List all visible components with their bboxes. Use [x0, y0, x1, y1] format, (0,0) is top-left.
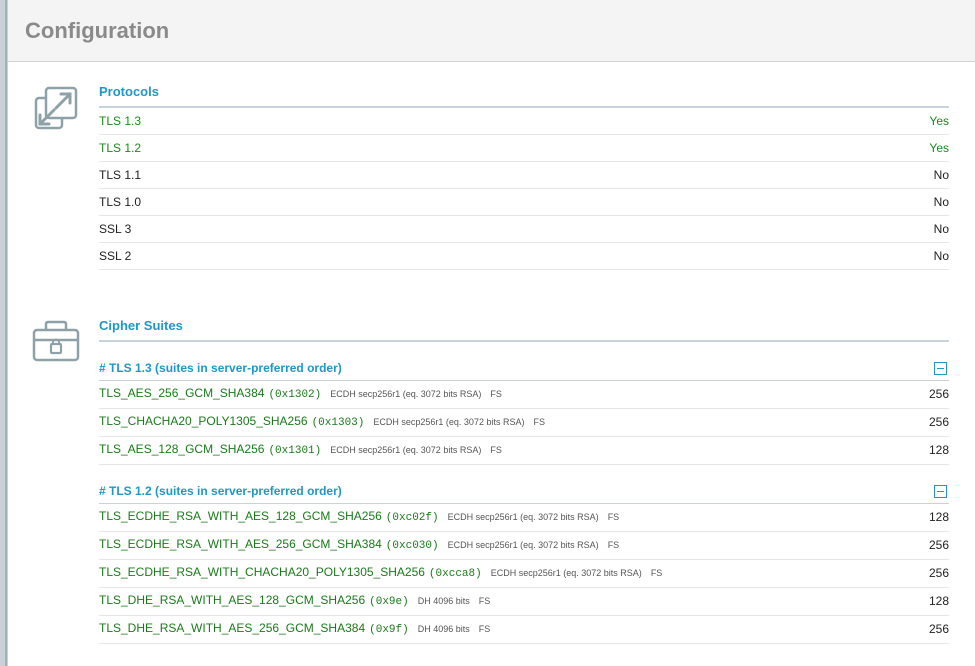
cipher-suite-info: TLS_DHE_RSA_WITH_AES_128_GCM_SHA256 (0x9e… — [99, 587, 490, 616]
cipher-suite-info: TLS_ECDHE_RSA_WITH_AES_128_GCM_SHA256 (0x… — [99, 503, 619, 532]
cipher-group-list: # TLS 1.3 (suites in server-preferred or… — [99, 356, 949, 644]
protocol-support-value: Yes — [929, 141, 949, 155]
page-header: Configuration — [8, 0, 975, 62]
forward-secrecy-flag: FS — [607, 540, 620, 550]
cipher-group-title: # TLS 1.3 (suites in server-preferred or… — [99, 361, 342, 375]
protocol-name: SSL 3 — [99, 222, 132, 236]
protocol-name: TLS 1.2 — [99, 141, 142, 155]
cipher-suite-info: TLS_AES_256_GCM_SHA384 (0x1302) ECDH secp2… — [99, 380, 502, 409]
cipher-suite-code: (0x9e) — [369, 596, 409, 608]
cipher-suite-code: (0xc02f) — [385, 512, 439, 524]
cipher-suite-code: (0x1301) — [268, 445, 322, 457]
cipher-strength-bits: 256 — [928, 415, 949, 429]
protocols-title: Protocols — [99, 84, 949, 108]
forward-secrecy-flag: FS — [478, 596, 491, 606]
cipher-strength-bits: 256 — [928, 538, 949, 552]
cipher-suites-title: Cipher Suites — [99, 318, 949, 342]
cipher-strength-bits: 128 — [928, 510, 949, 524]
cipher-suite-row: TLS_CHACHA20_POLY1305_SHA256 (0x1303) ECDH… — [99, 409, 949, 437]
protocol-row: SSL 2 No — [99, 243, 949, 270]
cipher-suite-info: TLS_DHE_RSA_WITH_AES_256_GCM_SHA384 (0x9f… — [99, 615, 490, 644]
cipher-key-exchange: DH 4096 bits — [417, 596, 470, 606]
cipher-key-exchange: ECDH secp256r1 (eq. 3072 bits RSA) — [330, 389, 482, 399]
cipher-group-title: # TLS 1.2 (suites in server-preferred or… — [99, 484, 342, 498]
forward-secrecy-flag: FS — [533, 417, 545, 427]
protocol-name: TLS 1.3 — [99, 114, 142, 128]
cipher-strength-bits: 128 — [928, 443, 949, 457]
cipher-strength-bits: 256 — [928, 622, 949, 636]
cipher-suite-name: TLS_DHE_RSA_WITH_AES_256_GCM_SHA384 — [99, 621, 366, 635]
cipher-suite-name: TLS_ECDHE_RSA_WITH_AES_256_GCM_SHA384 — [99, 537, 382, 551]
collapse-minus-icon[interactable] — [934, 361, 947, 375]
forward-secrecy-flag: FS — [490, 445, 502, 455]
cipher-strength-bits: 128 — [928, 594, 949, 608]
cipher-key-exchange: ECDH secp256r1 (eq. 3072 bits RSA) — [447, 540, 599, 550]
cipher-suite-code: (0x1303) — [311, 417, 365, 429]
protocol-name: TLS 1.0 — [99, 195, 142, 209]
cipher-group-header: # TLS 1.2 (suites in server-preferred or… — [99, 479, 949, 504]
cipher-key-exchange: ECDH secp256r1 (eq. 3072 bits RSA) — [330, 445, 482, 455]
protocol-row: TLS 1.1 No — [99, 162, 949, 189]
cipher-strength-bits: 256 — [928, 387, 949, 401]
cipher-suite-name: TLS_AES_128_GCM_SHA256 — [99, 442, 265, 456]
forward-secrecy-flag: FS — [607, 512, 620, 522]
cipher-key-exchange: ECDH secp256r1 (eq. 3072 bits RSA) — [447, 512, 599, 522]
expand-arrows-icon — [30, 84, 82, 136]
cipher-suite-row: TLS_DHE_RSA_WITH_AES_128_GCM_SHA256 (0x9e… — [99, 588, 949, 616]
protocol-support-value: No — [933, 195, 949, 209]
cipher-suite-name: TLS_ECDHE_RSA_WITH_CHACHA20_POLY1305_SHA… — [99, 565, 425, 579]
cipher-suite-row: TLS_ECDHE_RSA_WITH_AES_128_GCM_SHA256 (0x… — [99, 504, 949, 532]
protocol-row: SSL 3 No — [99, 216, 949, 243]
protocol-row: TLS 1.2 Yes — [99, 135, 949, 162]
cipher-suite-info: TLS_ECDHE_RSA_WITH_CHACHA20_POLY1305_SHA… — [99, 559, 662, 588]
cipher-suite-code: (0xcca8) — [428, 568, 482, 580]
protocol-support-value: No — [933, 249, 949, 263]
cipher-suite-row: TLS_ECDHE_RSA_WITH_CHACHA20_POLY1305_SHA… — [99, 560, 949, 588]
cipher-group-header: # TLS 1.3 (suites in server-preferred or… — [99, 356, 949, 381]
cipher-suite-name: TLS_CHACHA20_POLY1305_SHA256 — [99, 414, 308, 428]
forward-secrecy-flag: FS — [478, 624, 491, 634]
lockbox-icon — [30, 318, 82, 370]
cipher-suite-code: (0xc030) — [385, 540, 439, 552]
cipher-key-exchange: DH 4096 bits — [417, 624, 470, 634]
forward-secrecy-flag: FS — [650, 568, 663, 578]
protocol-name: TLS 1.1 — [99, 168, 142, 182]
cipher-key-exchange: ECDH secp256r1 (eq. 3072 bits RSA) — [373, 417, 525, 427]
cipher-suite-info: TLS_AES_128_GCM_SHA256 (0x1301) ECDH secp2… — [99, 436, 502, 465]
collapse-minus-icon[interactable] — [934, 484, 947, 498]
cipher-suite-info: TLS_CHACHA20_POLY1305_SHA256 (0x1303) ECDH… — [99, 408, 545, 437]
protocol-support-value: Yes — [929, 114, 949, 128]
cipher-suite-name: TLS_AES_256_GCM_SHA384 — [99, 386, 265, 400]
cipher-suite-row: TLS_ECDHE_RSA_WITH_AES_256_GCM_SHA384 (0x… — [99, 532, 949, 560]
protocol-row: TLS 1.0 No — [99, 189, 949, 216]
cipher-suite-name: TLS_ECDHE_RSA_WITH_AES_128_GCM_SHA256 — [99, 509, 382, 523]
cipher-suite-name: TLS_DHE_RSA_WITH_AES_128_GCM_SHA256 — [99, 593, 366, 607]
cipher-suite-info: TLS_ECDHE_RSA_WITH_AES_256_GCM_SHA384 (0x… — [99, 531, 619, 560]
protocol-support-value: No — [933, 168, 949, 182]
cipher-key-exchange: ECDH secp256r1 (eq. 3072 bits RSA) — [490, 568, 642, 578]
cipher-strength-bits: 256 — [928, 566, 949, 580]
cipher-suite-row: TLS_DHE_RSA_WITH_AES_256_GCM_SHA384 (0x9f… — [99, 616, 949, 644]
protocol-support-value: No — [933, 222, 949, 236]
page-title: Configuration — [25, 18, 170, 43]
forward-secrecy-flag: FS — [490, 389, 502, 399]
cipher-suite-row: TLS_AES_128_GCM_SHA256 (0x1301) ECDH secp2… — [99, 437, 949, 465]
protocol-list: TLS 1.3 Yes TLS 1.2 Yes TLS 1.1 No TLS 1.0 No SS… — [99, 108, 949, 270]
cipher-suite-code: (0x9f) — [369, 624, 409, 636]
cipher-suite-row: TLS_AES_256_GCM_SHA384 (0x1302) ECDH secp2… — [99, 381, 949, 409]
protocol-name: SSL 2 — [99, 249, 132, 263]
protocol-row: TLS 1.3 Yes — [99, 108, 949, 135]
cipher-suite-code: (0x1302) — [268, 389, 322, 401]
left-rail — [0, 0, 8, 666]
